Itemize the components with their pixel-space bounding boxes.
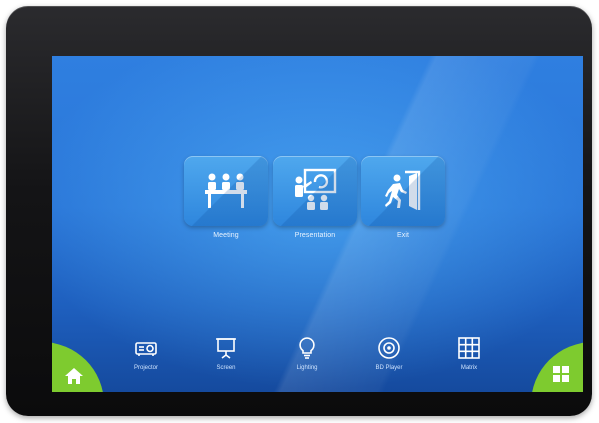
projection-screen-icon: [216, 338, 236, 359]
dock-bd-player[interactable]: BD Player: [364, 336, 414, 384]
grid-icon: [458, 337, 480, 359]
apps-menu-button[interactable]: [531, 342, 583, 392]
meeting-icon: [205, 173, 247, 208]
apps-grid-icon: [553, 366, 569, 382]
dock-matrix-label: Matrix: [460, 365, 478, 371]
dock-lighting-label: Lighting: [296, 365, 318, 371]
meeting-mode-tile[interactable]: [184, 156, 268, 226]
dock-bd-player-label: BD Player: [375, 365, 403, 371]
exit-icon: [385, 170, 421, 210]
presentation-mode-tile[interactable]: [273, 156, 357, 226]
exit-mode-label: Exit: [396, 232, 410, 239]
touch-screen: Meeting Presentation Exit Projector Scre…: [52, 56, 583, 392]
dock-screen-label: Screen: [216, 365, 236, 371]
lightbulb-icon: [299, 337, 315, 359]
presentation-icon: [295, 168, 337, 210]
dock-projector-label: Projector: [133, 365, 158, 371]
home-icon: [65, 368, 83, 384]
dock-screen[interactable]: Screen: [201, 336, 251, 384]
presentation-mode-label: Presentation: [294, 232, 336, 239]
meeting-mode-label: Meeting: [213, 232, 239, 239]
dock-lighting[interactable]: Lighting: [282, 336, 332, 384]
dock-projector[interactable]: Projector: [121, 336, 171, 384]
home-button[interactable]: [52, 342, 104, 392]
exit-mode-tile[interactable]: [361, 156, 445, 226]
disc-icon: [378, 337, 400, 359]
touch-panel-device: Meeting Presentation Exit Projector Scre…: [6, 6, 592, 416]
projector-icon: [135, 342, 157, 356]
dock-matrix[interactable]: Matrix: [444, 336, 494, 384]
